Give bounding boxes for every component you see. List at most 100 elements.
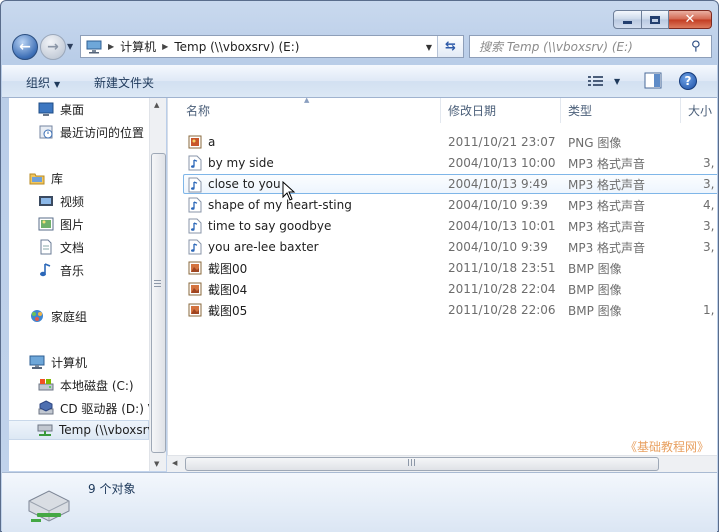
forward-button[interactable]: → xyxy=(40,34,66,60)
file-size: 1, xyxy=(703,303,715,317)
file-date-modified: 2004/10/10 9:39 xyxy=(448,240,548,254)
sidebar-item-label: 最近访问的位置 xyxy=(60,125,145,140)
back-button[interactable]: ← xyxy=(12,34,38,60)
scroll-down-icon[interactable]: ▼ xyxy=(154,460,159,468)
file-name: time to say goodbye xyxy=(208,219,332,233)
table-row[interactable]: 截图04 2011/10/28 22:04 BMP 图像 xyxy=(184,279,717,299)
audio-file-icon xyxy=(188,177,202,193)
chevron-down-icon: ▼ xyxy=(614,76,621,86)
organize-button[interactable]: 组织 ▼ xyxy=(26,74,60,91)
file-name: a xyxy=(208,135,216,149)
column-header-date-modified[interactable]: 修改日期 xyxy=(441,98,561,123)
file-list-horizontal-scrollbar[interactable]: ◀ xyxy=(167,455,717,472)
file-size: 3, xyxy=(703,219,715,233)
file-type: MP3 格式声音 xyxy=(568,198,646,213)
mouse-cursor-icon xyxy=(282,181,296,201)
sidebar-item-label: 文档 xyxy=(60,240,85,255)
file-type: BMP 图像 xyxy=(568,261,622,276)
close-button[interactable]: ✕ xyxy=(669,10,712,29)
table-row[interactable]: a 2011/10/21 23:07 PNG 图像 xyxy=(184,132,717,152)
file-name: 截图05 xyxy=(208,303,248,318)
breadcrumb-separator-icon[interactable]: ▶ xyxy=(108,42,114,51)
sidebar-item-homegroup[interactable]: 家庭组 xyxy=(29,306,87,326)
search-box[interactable]: ⚲ xyxy=(469,35,712,58)
watermark-text: 《基础教程网》 xyxy=(625,440,710,454)
recent-places-icon xyxy=(39,125,53,139)
search-input[interactable] xyxy=(470,39,691,54)
file-date-modified: 2004/10/13 10:01 xyxy=(448,219,556,233)
column-header-type[interactable]: 类型 xyxy=(561,98,681,123)
search-icon[interactable]: ⚲ xyxy=(691,39,711,54)
sidebar-item-label: Temp (\\vboxsrv) xyxy=(59,423,149,437)
audio-file-icon xyxy=(188,218,202,234)
change-view-button[interactable]: ▼ xyxy=(588,72,628,90)
sidebar-item-cd-drive-d[interactable]: CD 驱动器 (D:) V xyxy=(38,398,149,418)
breadcrumb-temp-drive[interactable]: Temp (\\vboxsrv) (E:) xyxy=(174,40,299,54)
computer-icon xyxy=(86,40,102,53)
address-dropdown-icon[interactable]: ▼ xyxy=(426,43,432,52)
file-size: 3, xyxy=(703,156,715,170)
file-size: 3, xyxy=(703,240,715,254)
homegroup-icon xyxy=(31,310,43,322)
details-pane: 9 个对象 xyxy=(2,472,717,532)
new-folder-button[interactable]: 新建文件夹 xyxy=(94,74,154,91)
sidebar-item-documents[interactable]: 文档 xyxy=(38,237,84,257)
file-date-modified: 2004/10/13 9:49 xyxy=(448,177,548,191)
sidebar-item-pictures[interactable]: 图片 xyxy=(38,214,84,234)
maximize-button[interactable] xyxy=(642,10,669,29)
recent-pages-button[interactable]: ▼ xyxy=(67,42,73,51)
file-type: MP3 格式声音 xyxy=(568,219,646,234)
scrollbar-thumb[interactable] xyxy=(185,457,659,471)
pictures-icon xyxy=(38,217,54,231)
computer-icon xyxy=(29,355,45,369)
table-row[interactable]: close to you 2004/10/13 9:49 MP3 格式声音 3, xyxy=(183,174,717,194)
preview-pane-icon[interactable] xyxy=(644,72,662,89)
file-size: 3, xyxy=(703,177,715,191)
sidebar-item-computer[interactable]: 计算机 xyxy=(29,352,87,372)
sidebar-item-libraries[interactable]: 库 xyxy=(29,168,63,188)
sidebar-item-music[interactable]: 音乐 xyxy=(38,260,84,280)
minimize-button[interactable] xyxy=(613,10,642,29)
chevron-down-icon: ▼ xyxy=(54,80,61,89)
back-arrow-icon: ← xyxy=(19,39,31,55)
scrollbar-thumb[interactable] xyxy=(151,153,166,453)
help-icon[interactable]: ? xyxy=(679,72,697,90)
file-date-modified: 2011/10/28 22:06 xyxy=(448,303,556,317)
table-row[interactable]: by my side 2004/10/13 10:00 MP3 格式声音 3, xyxy=(184,153,717,173)
sidebar-item-videos[interactable]: 视频 xyxy=(38,191,84,211)
sidebar-item-local-disk-c[interactable]: 本地磁盘 (C:) xyxy=(38,375,134,395)
scroll-up-icon[interactable]: ▲ xyxy=(154,101,159,109)
breadcrumb-computer[interactable]: 计算机 xyxy=(120,38,156,55)
refresh-button[interactable]: ⇆ xyxy=(437,36,463,57)
column-header-name[interactable]: 名称 xyxy=(179,98,441,123)
local-disk-icon xyxy=(38,379,54,391)
table-row[interactable]: 截图00 2011/10/18 23:51 BMP 图像 xyxy=(184,258,717,278)
network-drive-icon xyxy=(28,490,70,522)
sidebar-item-desktop[interactable]: 桌面 xyxy=(38,99,84,119)
file-type: BMP 图像 xyxy=(568,282,622,297)
table-row[interactable]: 截图05 2011/10/28 22:06 BMP 图像 1, xyxy=(184,300,717,320)
close-icon: ✕ xyxy=(684,12,696,27)
minimize-icon xyxy=(623,21,632,24)
file-date-modified: 2004/10/13 10:00 xyxy=(448,156,556,170)
network-drive-icon xyxy=(37,424,53,436)
maximize-icon xyxy=(650,15,660,24)
file-name: 截图04 xyxy=(208,282,248,297)
table-row[interactable]: shape of my heart-sting 2004/10/10 9:39 MP… xyxy=(184,195,717,215)
file-date-modified: 2004/10/10 9:39 xyxy=(448,198,548,212)
navigation-pane-scrollbar[interactable]: ▲ ▼ xyxy=(149,98,166,471)
breadcrumb-separator-icon[interactable]: ▶ xyxy=(162,42,168,51)
table-row[interactable]: you are-lee baxter 2004/10/10 9:39 MP3 格式声… xyxy=(184,237,717,257)
scroll-left-icon[interactable]: ◀ xyxy=(172,459,177,467)
address-bar[interactable]: ▶ 计算机 ▶ Temp (\\vboxsrv) (E:) ▼ ⇆ xyxy=(80,35,464,58)
sidebar-item-recent-places[interactable]: 最近访问的位置 xyxy=(38,122,144,142)
cd-drive-icon xyxy=(38,400,54,415)
file-type: MP3 格式声音 xyxy=(568,177,646,192)
audio-file-icon xyxy=(188,155,202,171)
bitmap-file-icon xyxy=(188,261,202,275)
column-header-size[interactable]: 大小 xyxy=(681,98,717,123)
item-count: 9 个对象 xyxy=(88,482,136,496)
library-icon xyxy=(29,173,45,185)
table-row[interactable]: time to say goodbye 2004/10/13 10:01 MP3 格… xyxy=(184,216,717,236)
sidebar-item-temp-vboxsrv[interactable]: Temp (\\vboxsrv) xyxy=(9,420,149,440)
